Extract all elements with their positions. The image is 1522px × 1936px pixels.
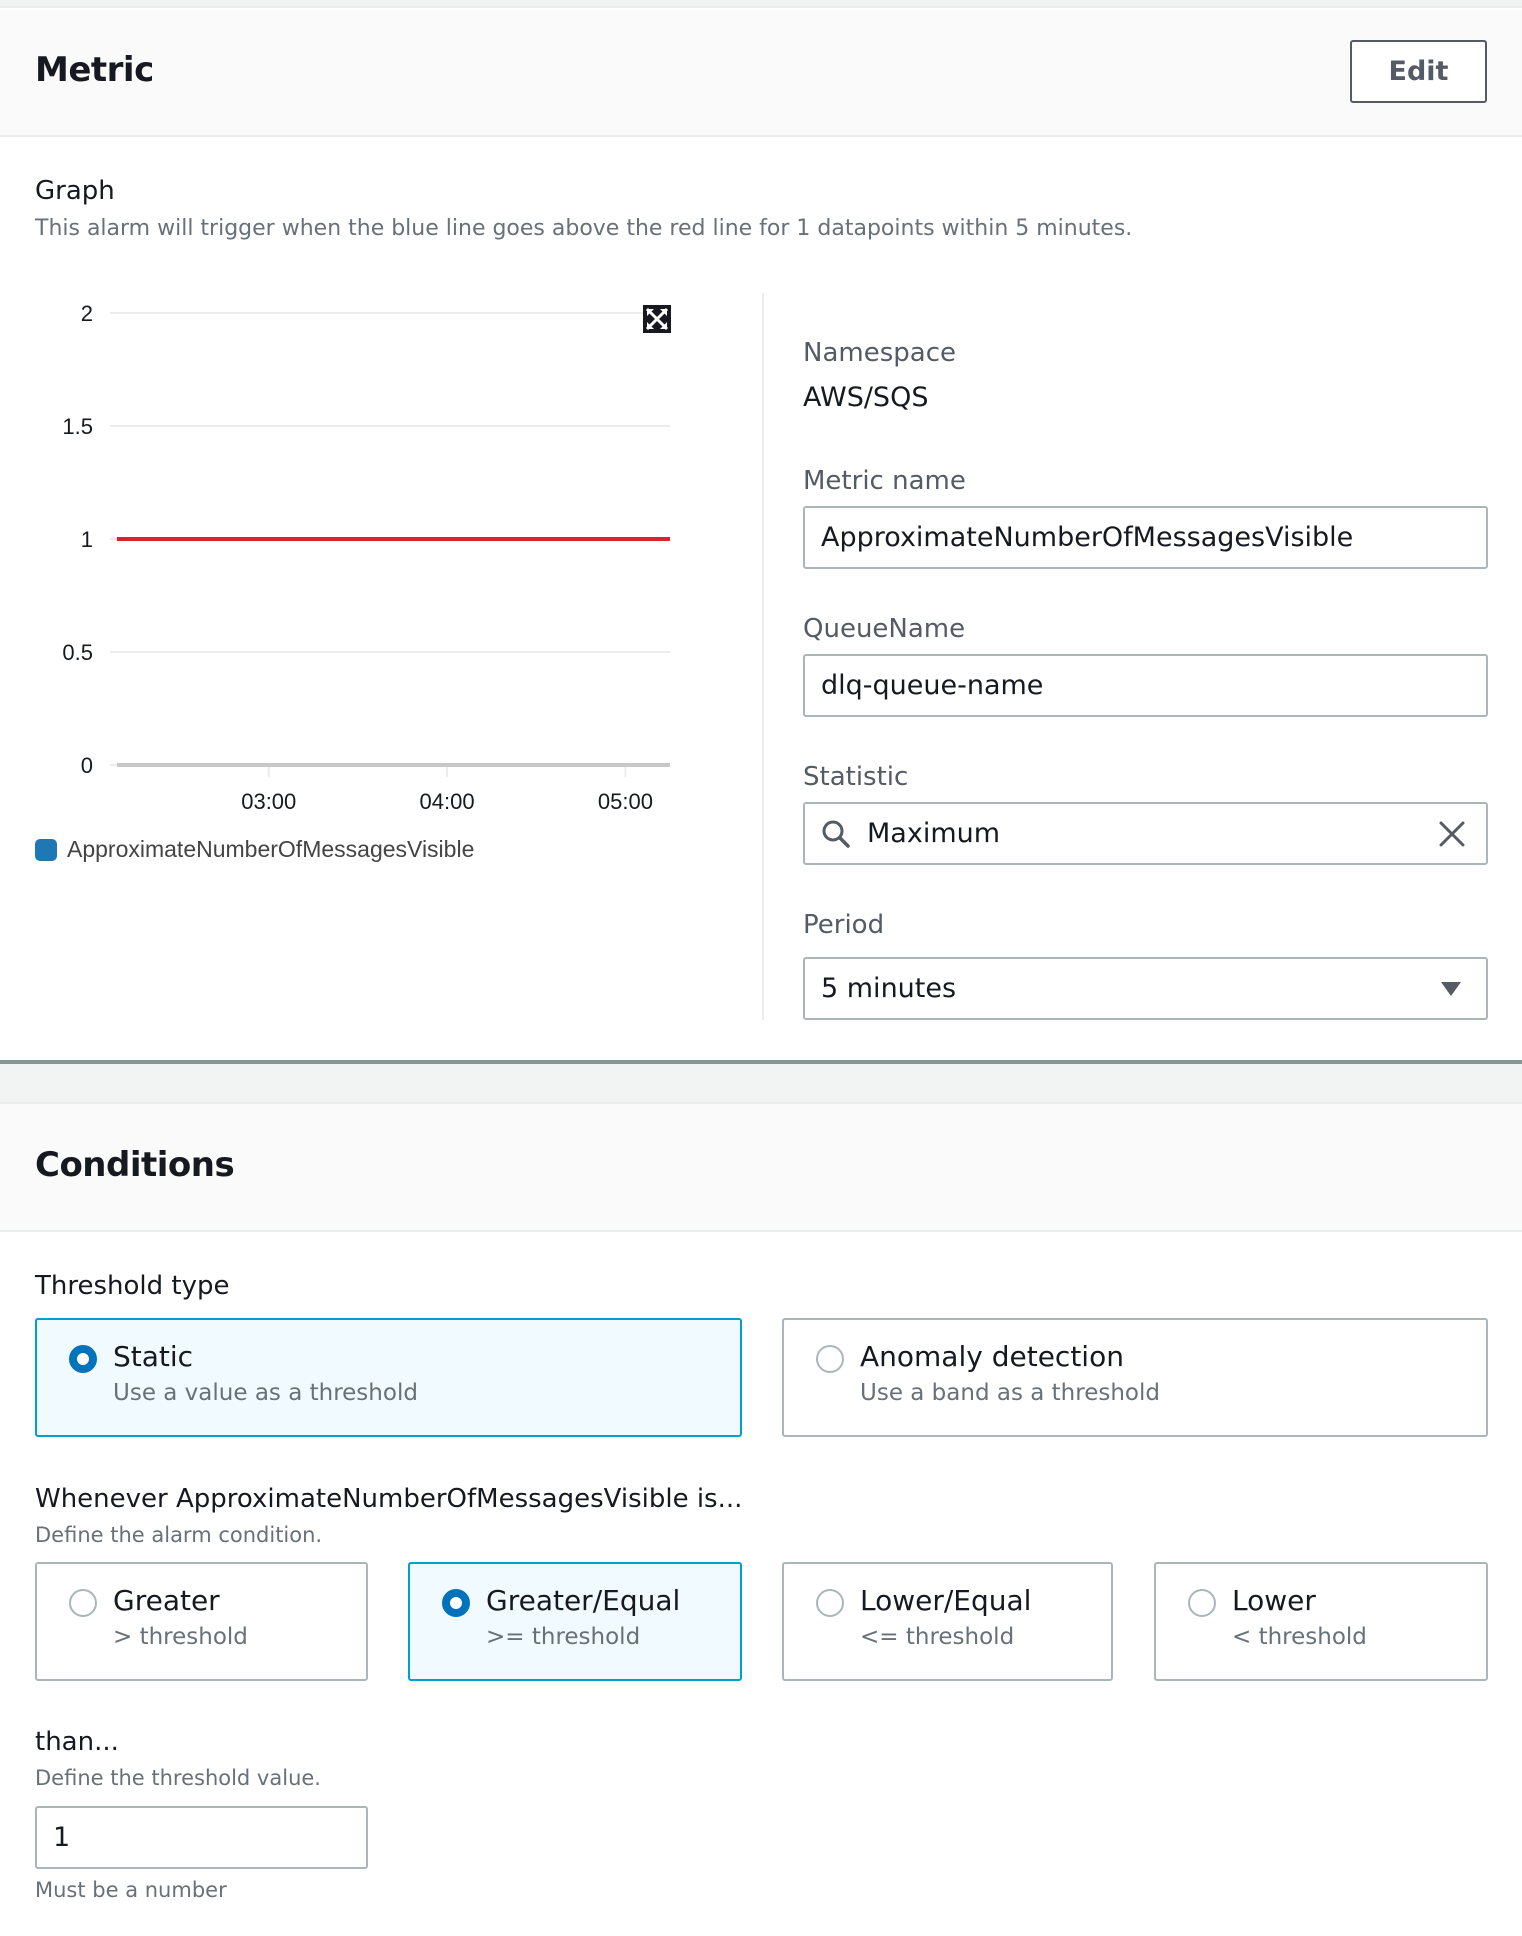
card-subtitle: Use a band as a threshold (860, 1380, 1160, 1406)
statistic-value: Maximum (867, 818, 1001, 849)
y-tick-label: 2 (81, 301, 93, 326)
radio-static[interactable] (69, 1345, 97, 1373)
card-subtitle: <= threshold (860, 1624, 1015, 1650)
chart-legend: ApproximateNumberOfMessagesVisible (35, 836, 474, 863)
metric-section-header: Metric Edit (0, 10, 1522, 137)
radio-lower[interactable] (1188, 1589, 1216, 1617)
x-tick-label: 03:00 (241, 789, 296, 814)
condition-greater[interactable]: Greater > threshold (35, 1562, 368, 1681)
graph-description: This alarm will trigger when the blue li… (35, 216, 1133, 241)
y-tick-label: 1.5 (62, 414, 93, 439)
legend-swatch (35, 838, 57, 861)
period-select[interactable]: 5 minutes (803, 957, 1488, 1020)
metric-name-value: ApproximateNumberOfMessagesVisible (821, 522, 1354, 553)
card-subtitle: < threshold (1232, 1624, 1367, 1650)
metric-chart: 0 0.5 1 1.5 2 03:00 04:00 05:00 (62, 301, 671, 814)
threshold-type-label: Threshold type (35, 1271, 230, 1301)
x-tick-label: 05:00 (598, 789, 653, 814)
card-subtitle: > threshold (113, 1624, 248, 1650)
card-subtitle: >= threshold (486, 1624, 641, 1650)
search-icon (822, 820, 850, 848)
metric-section-title: Metric (35, 50, 154, 90)
card-title: Lower (1232, 1584, 1316, 1617)
namespace-label: Namespace (803, 338, 956, 368)
close-icon[interactable] (1438, 820, 1466, 848)
queue-name-value: dlq-queue-name (821, 670, 1044, 701)
condition-lower-equal[interactable]: Lower/Equal <= threshold (782, 1562, 1113, 1681)
queue-name-input[interactable]: dlq-queue-name (803, 654, 1488, 717)
card-title: Static (113, 1340, 194, 1373)
column-divider (762, 293, 764, 1020)
card-title: Anomaly detection (860, 1340, 1124, 1373)
top-strip (0, 0, 1522, 8)
queue-name-label: QueueName (803, 614, 966, 644)
whenever-description: Define the alarm condition. (35, 1523, 323, 1547)
metric-name-input[interactable]: ApproximateNumberOfMessagesVisible (803, 506, 1488, 569)
condition-lower[interactable]: Lower < threshold (1154, 1562, 1488, 1681)
whenever-label: Whenever ApproximateNumberOfMessagesVisi… (35, 1484, 743, 1514)
y-tick-label: 0.5 (62, 640, 93, 665)
card-title: Greater (113, 1584, 220, 1617)
period-label: Period (803, 910, 885, 940)
metric-name-label: Metric name (803, 466, 966, 496)
threshold-hint: Must be a number (35, 1878, 227, 1902)
caret-down-icon (1441, 981, 1461, 996)
threshold-type-anomaly-detection[interactable]: Anomaly detection Use a band as a thresh… (782, 1318, 1488, 1437)
radio-anomaly-detection[interactable] (816, 1345, 844, 1373)
namespace-value: AWS/SQS (803, 382, 929, 413)
period-value: 5 minutes (821, 973, 957, 1004)
threshold-value: 1 (53, 1822, 71, 1853)
radio-greater[interactable] (69, 1589, 97, 1617)
condition-greater-equal[interactable]: Greater/Equal >= threshold (408, 1562, 742, 1681)
expand-arrows-icon[interactable] (643, 305, 671, 333)
card-title: Lower/Equal (860, 1584, 1032, 1617)
graph-label: Graph (35, 176, 115, 206)
than-description: Define the threshold value. (35, 1766, 321, 1790)
legend-label: ApproximateNumberOfMessagesVisible (67, 836, 475, 862)
x-tick-label: 04:00 (420, 789, 475, 814)
section-gap (0, 1064, 1522, 1104)
card-title: Greater/Equal (486, 1584, 681, 1617)
than-label: than... (35, 1727, 119, 1757)
y-tick-label: 1 (81, 527, 93, 552)
statistic-input[interactable]: Maximum (803, 802, 1488, 865)
conditions-section-title: Conditions (35, 1145, 235, 1185)
threshold-type-static[interactable]: Static Use a value as a threshold (35, 1318, 742, 1437)
threshold-value-input[interactable]: 1 (35, 1806, 368, 1869)
conditions-section-header: Conditions (0, 1104, 1522, 1232)
radio-greater-equal[interactable] (442, 1589, 470, 1617)
card-subtitle: Use a value as a threshold (113, 1380, 418, 1406)
radio-lower-equal[interactable] (816, 1589, 844, 1617)
statistic-label: Statistic (803, 762, 909, 792)
edit-button[interactable]: Edit (1350, 40, 1487, 103)
y-tick-label: 0 (81, 753, 93, 778)
